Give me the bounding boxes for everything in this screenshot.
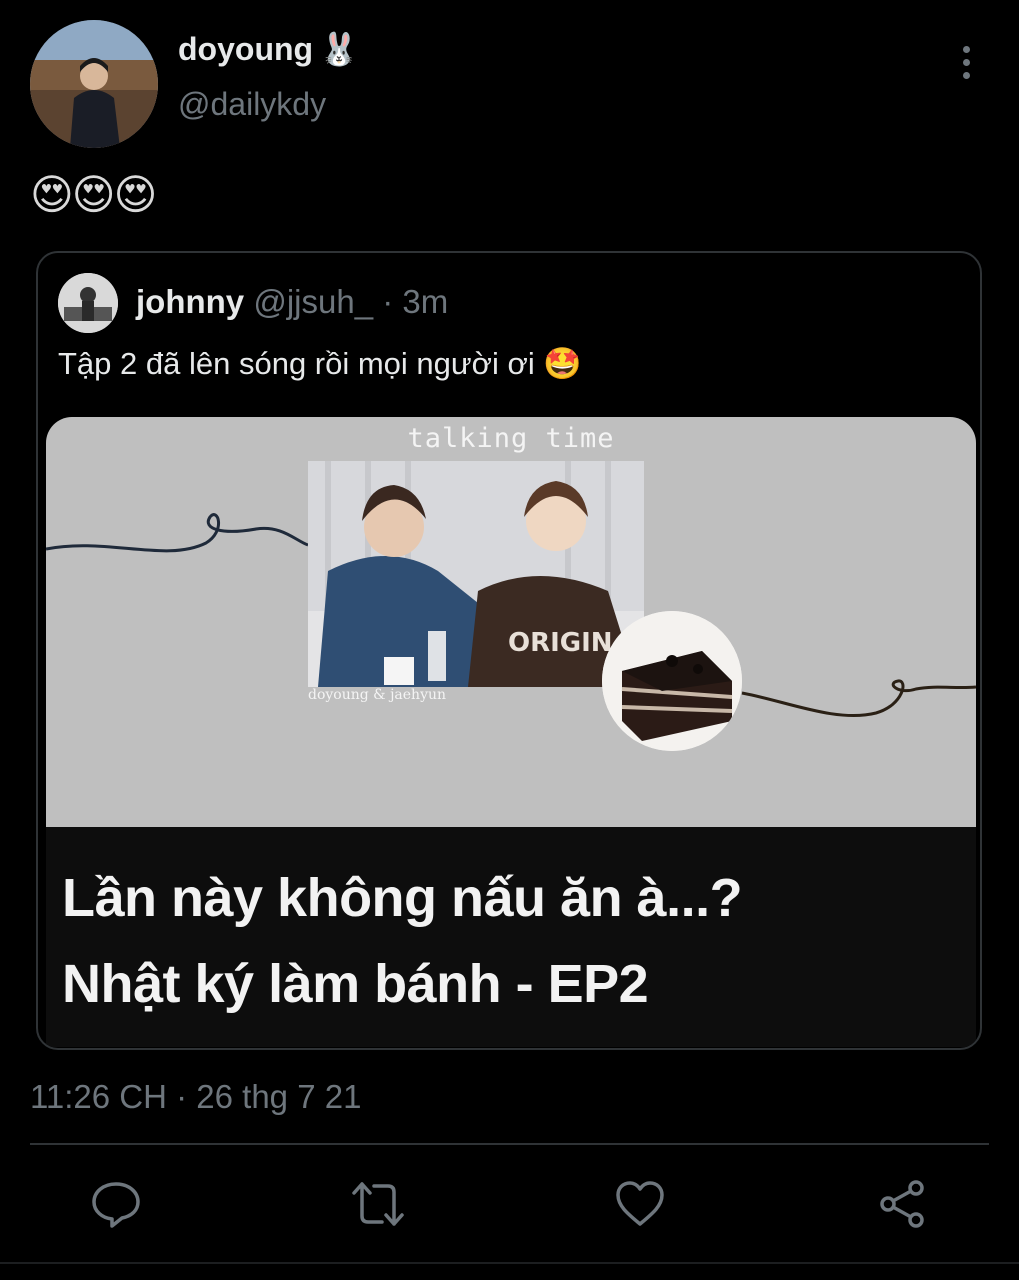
- author-handle[interactable]: @dailykdy: [178, 86, 326, 123]
- quoted-text: Tập 2 đã lên sóng rồi mọi người ơi 🤩: [58, 345, 582, 382]
- divider: [30, 1143, 989, 1145]
- quoted-author-avatar: [58, 273, 118, 333]
- video-thumbnail: talking time ORIGIN doyoung & jaehyun: [46, 417, 976, 827]
- like-icon: [616, 1181, 664, 1226]
- tweet-timestamp[interactable]: 11:26 CH · 26 thg 7 21: [30, 1078, 361, 1116]
- quoted-header: johnny @jjsuh_ · 3m: [136, 283, 448, 321]
- like-button[interactable]: [604, 1168, 676, 1240]
- action-bar: [0, 1168, 1019, 1240]
- photo-caption: doyoung & jaehyun: [308, 687, 447, 703]
- video-title-line2: Nhật ký làm bánh - EP2: [62, 954, 649, 1014]
- rabbit-emoji: 🐰: [319, 30, 359, 68]
- quoted-handle-time: @jjsuh_ · 3m: [253, 283, 449, 320]
- reply-button[interactable]: [80, 1168, 152, 1240]
- bottom-divider: [0, 1262, 1019, 1264]
- more-dot: [962, 58, 970, 66]
- retweet-icon: [352, 1182, 404, 1226]
- more-dot: [962, 71, 970, 79]
- thumbnail-photo: ORIGIN: [308, 461, 644, 687]
- author-avatar[interactable]: [30, 20, 158, 148]
- tweet-text: 😍😍😍: [30, 170, 157, 219]
- quoted-display-name: johnny: [136, 283, 245, 320]
- retweet-button[interactable]: [342, 1168, 414, 1240]
- reply-icon: [92, 1182, 140, 1228]
- quoted-media[interactable]: talking time ORIGIN doyoung & jaehyun Lầ…: [46, 417, 976, 1047]
- star-struck-emoji: 🤩: [543, 346, 582, 382]
- cake-image: [602, 611, 742, 751]
- more-vertical-icon: [962, 45, 970, 53]
- thumbnail-caption: talking time: [407, 423, 615, 454]
- svg-text:ORIGIN: ORIGIN: [508, 628, 613, 658]
- quoted-text-body: Tập 2 đã lên sóng rồi mọi người ơi: [58, 346, 535, 381]
- video-title-line1: Lần này không nấu ăn à...?: [62, 868, 743, 928]
- more-options-button[interactable]: [950, 40, 982, 84]
- display-name-text: doyoung: [178, 31, 314, 67]
- quoted-tweet-card[interactable]: johnny @jjsuh_ · 3m Tập 2 đã lên sóng rồ…: [36, 251, 982, 1050]
- share-button[interactable]: [866, 1168, 938, 1240]
- share-icon: [880, 1180, 924, 1228]
- author-display-name[interactable]: doyoung 🐰: [178, 30, 359, 68]
